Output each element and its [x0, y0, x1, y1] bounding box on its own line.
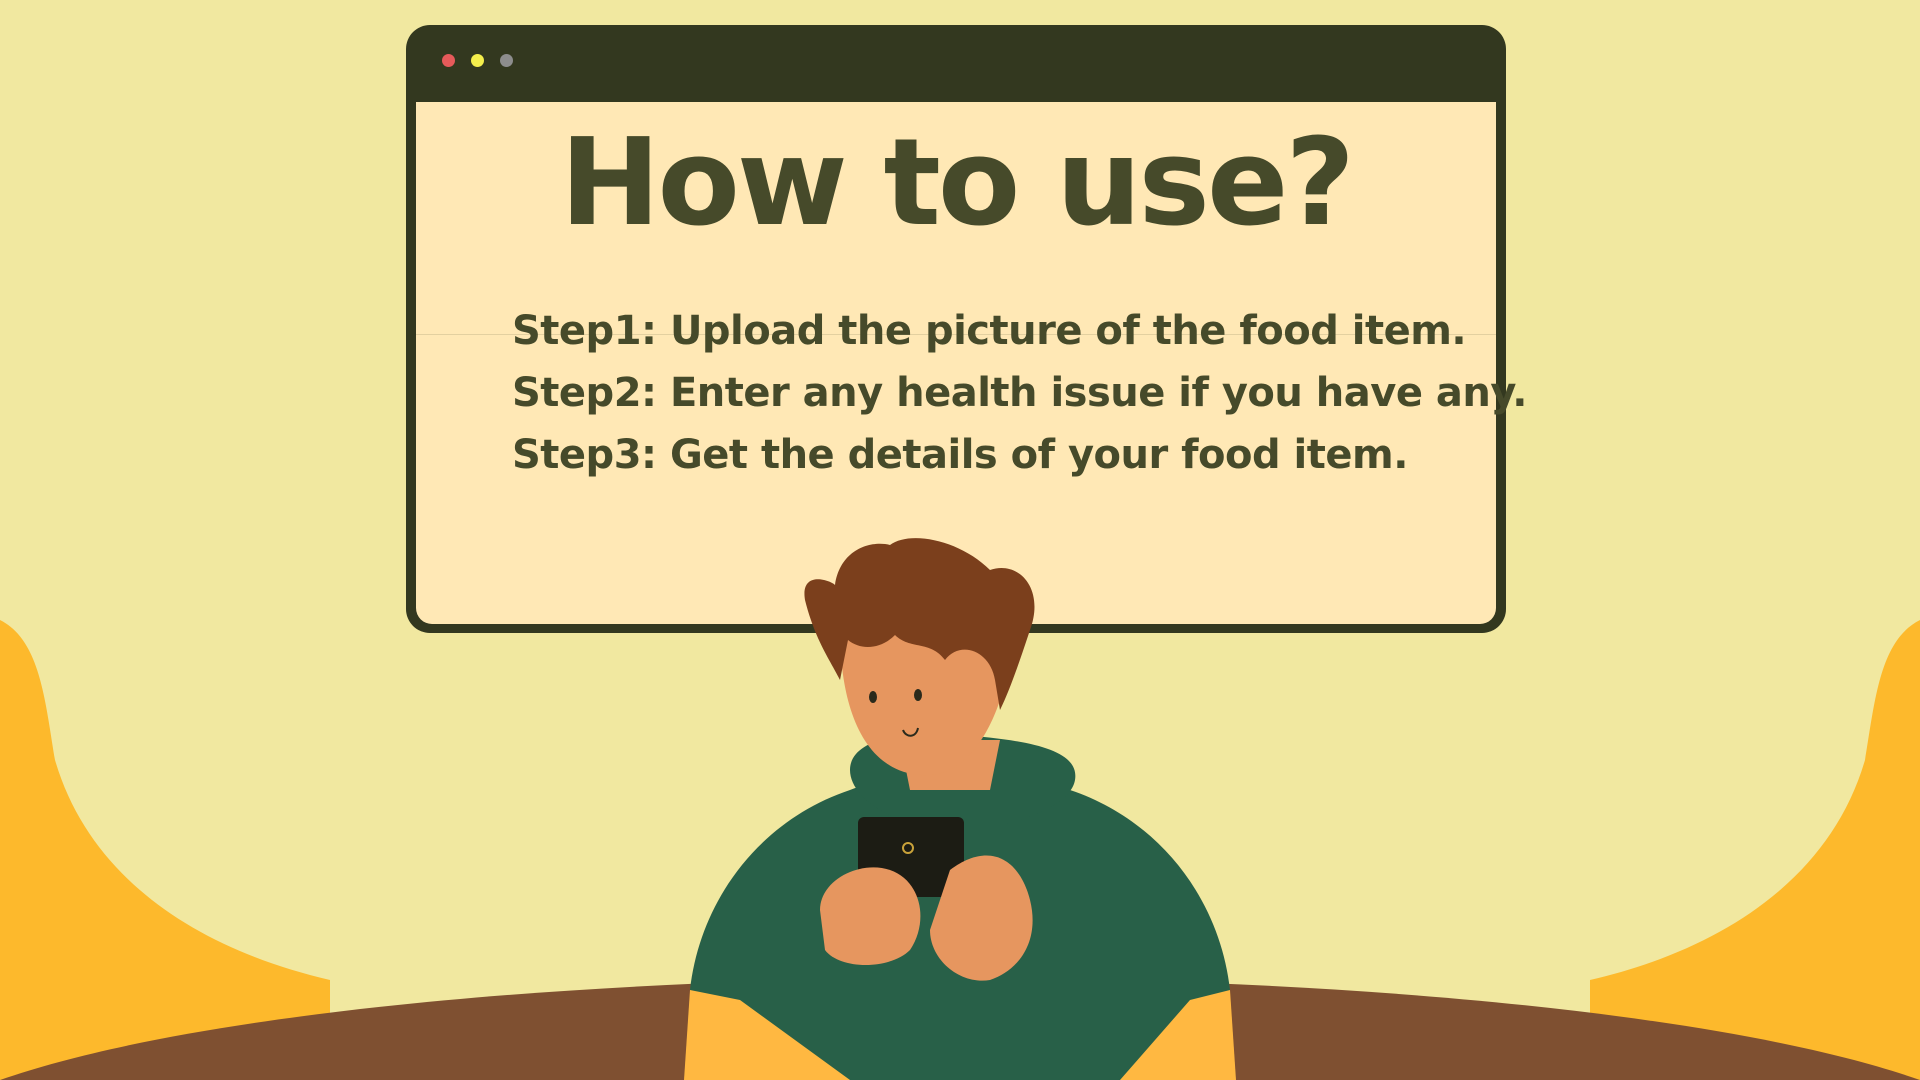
hand-left	[820, 867, 921, 965]
person-with-phone-illustration	[684, 538, 1236, 1080]
eye-left	[869, 691, 877, 703]
eye-right	[914, 689, 922, 701]
